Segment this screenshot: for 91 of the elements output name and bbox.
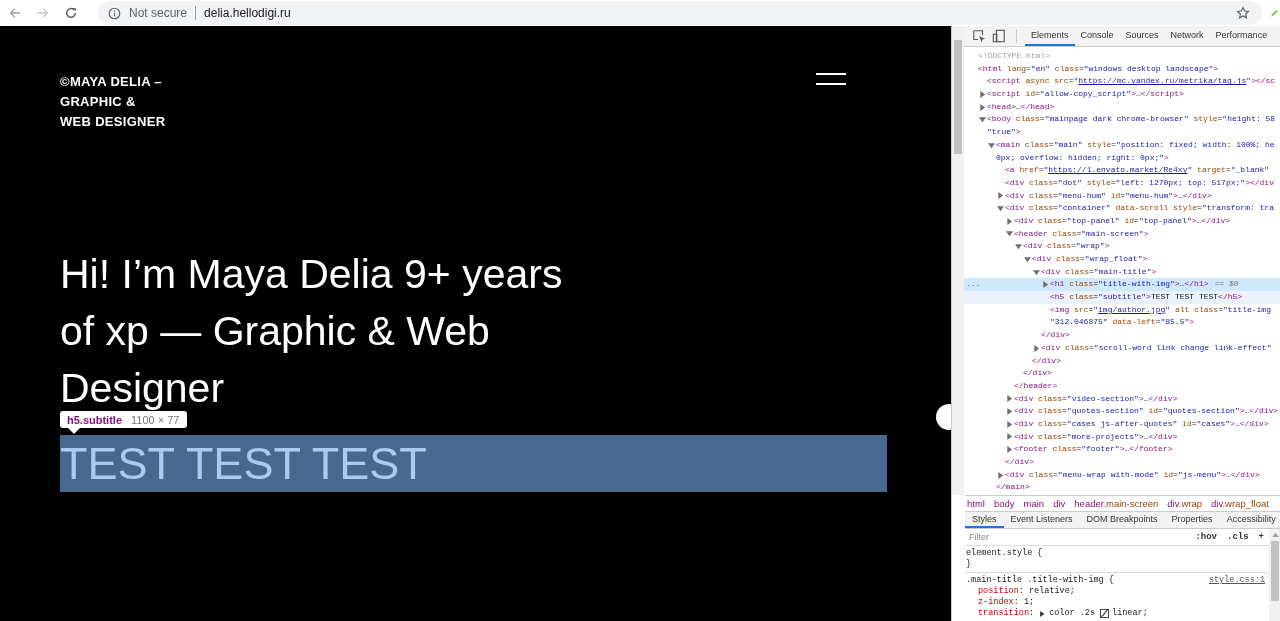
- css-selector: element.style: [966, 548, 1033, 559]
- dom-line[interactable]: </div>: [964, 329, 1280, 342]
- dom-line[interactable]: </div>: [964, 354, 1280, 368]
- dom-line[interactable]: <div class="menu-wrap with-mode" id="js-menu">…</div>: [964, 468, 1280, 482]
- pane-tab[interactable]: Properties: [1164, 512, 1220, 528]
- breadcrumb[interactable]: div.wrap_float: [1211, 498, 1269, 509]
- style-toggle-button[interactable]: :hov: [1190, 532, 1222, 542]
- css-value: linear;: [1112, 608, 1148, 619]
- css-property: z-index: [978, 597, 1014, 608]
- dom-line[interactable]: <div class="main-title">: [964, 265, 1280, 279]
- dom-line[interactable]: <body class="mainpage dark chrome-browser" style="height: 58: [964, 113, 1280, 127]
- css-brace: }: [966, 559, 972, 570]
- css-value: : relative;: [1018, 586, 1075, 597]
- dom-line[interactable]: <header class="main-screen">: [964, 227, 1280, 241]
- css-value: : 1;: [1013, 597, 1035, 608]
- breadcrumb[interactable]: body: [993, 498, 1015, 509]
- devtools-tab[interactable]: Network: [1164, 26, 1210, 46]
- caret-down-icon[interactable]: [1006, 230, 1013, 238]
- scrollbar[interactable]: [952, 26, 964, 495]
- dom-line[interactable]: "true">: [964, 126, 1280, 139]
- hero-heading: Hi! I’m Maya Delia 9+ years of xp — Graphic & Web Designer: [60, 250, 564, 413]
- dom-line[interactable]: 0px; overflow: hidden; right: 0px;">: [964, 151, 1280, 165]
- element-selector: h5.subtitle: [67, 413, 122, 426]
- dom-line[interactable]: <html lang="en" class="windows desktop landscape">: [964, 62, 1280, 76]
- dom-line[interactable]: "312.046875" data-left="85.5">: [964, 316, 1280, 330]
- dom-line[interactable]: <div class="wrap">: [964, 240, 1280, 253]
- css-value: :: [1029, 608, 1035, 619]
- security-label: Not secure: [129, 6, 188, 20]
- reload-icon[interactable]: [64, 6, 78, 20]
- caret-down-icon[interactable]: [997, 205, 1004, 213]
- breadcrumb[interactable]: div.wrap: [1167, 498, 1202, 509]
- url-text: delia.hellodigi.ru: [204, 6, 291, 20]
- dom-line[interactable]: <div class="cases js-after-quotes" id="cases">…</div>: [964, 417, 1280, 431]
- dom-line[interactable]: <div class="quotes-section" id="quotes-section">…</div>: [964, 405, 1280, 418]
- dom-line[interactable]: <script async src="https://mc.yandex.ru/metrika/tag.js"></sc: [964, 75, 1280, 89]
- devtools-tab[interactable]: Sources: [1119, 26, 1165, 46]
- css-selector: .main-title .title-with-img: [966, 575, 1104, 586]
- caret-right-icon[interactable]: [1039, 610, 1046, 617]
- dom-line[interactable]: <div class="dot" style="left: 1270px; top: 517px;"></div: [964, 176, 1280, 190]
- css-value: color .2s: [1049, 608, 1096, 619]
- style-toggle-button[interactable]: +: [1253, 532, 1269, 542]
- dom-line[interactable]: <a href="https://1.envato.market/Re4xy" target="_blank": [964, 164, 1280, 177]
- devtools-tab[interactable]: Performance: [1209, 26, 1274, 46]
- breadcrumb[interactable]: main: [1023, 498, 1045, 509]
- pane-tab[interactable]: Accessibility: [1219, 512, 1280, 528]
- star-icon[interactable]: [1236, 6, 1250, 20]
- style-toggle-button[interactable]: .cls: [1222, 532, 1254, 542]
- css-brace: {: [1108, 575, 1114, 586]
- dom-line[interactable]: <div class="wrap_float">: [964, 253, 1280, 266]
- info-icon[interactable]: [108, 6, 121, 20]
- dom-line[interactable]: </div>: [964, 456, 1280, 469]
- caret-down-icon[interactable]: [1015, 243, 1022, 251]
- scrollbar[interactable]: [1269, 529, 1280, 621]
- caret-down-icon[interactable]: [979, 116, 986, 124]
- caret-down-icon[interactable]: [988, 141, 995, 149]
- css-property: position: [978, 586, 1019, 597]
- dom-line[interactable]: <script id="allow-copy_script">…</script>: [964, 88, 1280, 101]
- dom-line[interactable]: <div class="scroll-word link change link-effect": [964, 341, 1280, 355]
- dom-line[interactable]: <main class="main" style="position: fixed; width: 100%; he: [964, 138, 1280, 152]
- dom-line[interactable]: <div class="more-projects">…</div>: [964, 430, 1280, 444]
- dom-line[interactable]: </div>: [964, 367, 1280, 380]
- breadcrumb[interactable]: div: [1053, 498, 1066, 509]
- dom-line[interactable]: <div class="top-panel" id="top-panel">…</div>: [964, 214, 1280, 228]
- devtools-tab[interactable]: Elements: [1025, 26, 1075, 46]
- caret-down-icon[interactable]: [1024, 255, 1031, 263]
- device-icon[interactable]: [992, 29, 1006, 43]
- dom-line[interactable]: <head>…</head>: [964, 100, 1280, 114]
- pane-tab[interactable]: Styles: [965, 512, 1004, 528]
- dom-line[interactable]: <div class="video-section">…</div>: [964, 392, 1280, 406]
- breadcrumb[interactable]: header.main-screen: [1074, 498, 1159, 509]
- address-bar[interactable]: Not secure delia.hellodigi.ru: [98, 1, 1262, 25]
- caret-down-icon[interactable]: [1033, 268, 1040, 276]
- dom-line[interactable]: <img src="img/author.jpg" alt class="title-img: [964, 303, 1280, 317]
- dom-line[interactable]: </header>: [964, 379, 1280, 393]
- breadcrumb[interactable]: html: [967, 498, 985, 509]
- dom-line[interactable]: <div class="menu-hum" id="menu-hum">…</div>: [964, 189, 1280, 203]
- dom-line[interactable]: <footer class="footer">…</footer>: [964, 443, 1280, 456]
- source-link[interactable]: style.css:1: [1208, 575, 1265, 586]
- inspect-icon[interactable]: [972, 29, 986, 43]
- menu-icon[interactable]: [816, 73, 846, 85]
- css-brace: {: [1037, 548, 1043, 559]
- easing-curve-icon[interactable]: [1100, 609, 1110, 618]
- css-property: transition: [978, 608, 1029, 619]
- dom-line[interactable]: <div class="container" data-scroll style="transform: tra: [964, 202, 1280, 215]
- subtitle: TEST TEST TEST: [60, 437, 427, 491]
- dom-line[interactable]: </main>: [964, 481, 1280, 495]
- pane-tab[interactable]: DOM Breakpoints: [1079, 512, 1165, 528]
- site-logo[interactable]: ©MAYA DELIA – GRAPHIC & WEB DESIGNER: [60, 72, 166, 132]
- devtools-tab[interactable]: Console: [1074, 26, 1120, 46]
- element-size: 1100 × 77: [131, 413, 180, 426]
- pane-tab[interactable]: Event Listeners: [1003, 512, 1080, 528]
